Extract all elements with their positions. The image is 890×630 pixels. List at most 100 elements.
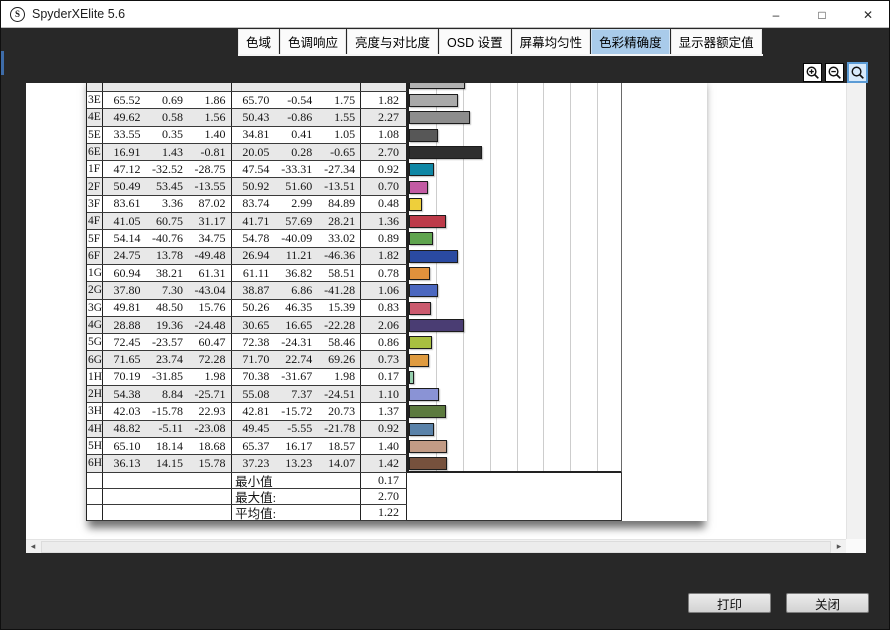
target-value: -40.76 <box>152 231 184 246</box>
table-row[interactable]: 6F 24.75 13.78 -49.48 26.94 11.21 -46.36 1.82 <box>87 247 407 265</box>
print-button[interactable]: 打印 <box>688 593 771 613</box>
summary-blank-cell <box>103 504 233 520</box>
target-value: -28.75 <box>194 161 226 176</box>
table-row[interactable]: 2G 37.80 7.30 -43.04 38.87 6.86 -41.28 1.06 <box>87 282 407 300</box>
table-row-partial <box>87 83 407 92</box>
patch-id-cell: 6E <box>87 143 103 161</box>
table-row[interactable]: 3F 83.61 3.36 87.02 83.74 2.99 84.89 0.48 <box>87 195 407 214</box>
target-value: 49.62 <box>113 109 141 124</box>
table-row[interactable]: 1H 70.19 -31.85 1.98 70.38 -31.67 1.98 0.17 <box>87 368 407 387</box>
measured-lab-cell: 49.45 -5.55 -21.78 <box>232 420 362 437</box>
measured-lab-cell: 83.74 2.99 84.89 <box>232 195 362 213</box>
zoom-out-button[interactable] <box>825 63 844 82</box>
summary-id-cell <box>87 472 103 488</box>
measured-value: -0.86 <box>287 109 313 124</box>
delta-e-cell: 1.42 <box>361 455 407 472</box>
tab-5[interactable]: 屏幕均匀性 <box>511 29 591 54</box>
table-row[interactable]: 2H 54.38 8.84 -25.71 55.08 7.37 -24.51 1.10 <box>87 386 407 404</box>
table-row[interactable]: 2F 50.49 53.45 -13.55 50.92 51.60 -13.51 0.70 <box>87 178 407 196</box>
table-row[interactable]: 1F 47.12 -32.52 -28.75 47.54 -33.31 -27.34 0.92 <box>87 161 407 179</box>
measured-value: 65.37 <box>242 438 270 453</box>
target-value: 1.86 <box>204 92 226 107</box>
table-row[interactable]: 4F 41.05 60.75 31.17 41.71 57.69 28.21 1.36 <box>87 213 407 231</box>
target-value: 3.36 <box>162 196 184 211</box>
patch-id-cell: 4E <box>87 109 103 126</box>
report-viewport[interactable]: 3E 65.52 0.69 1.86 65.70 -0.54 1.75 1.82 4E 49.62… <box>26 83 846 539</box>
magnifier-icon <box>850 65 865 80</box>
tab-7[interactable]: 显示器额定值 <box>670 29 762 54</box>
delta-e-cell: 2.27 <box>361 109 407 126</box>
maximize-button[interactable]: □ <box>811 4 833 26</box>
measured-value: -31.67 <box>281 369 313 384</box>
target-value: 54.38 <box>113 386 141 401</box>
table-row[interactable]: 4E 49.62 0.58 1.56 50.43 -0.86 1.55 2.27 <box>87 109 407 127</box>
table-row[interactable]: 4H 48.82 -5.11 -23.08 49.45 -5.55 -21.78 0.92 <box>87 420 407 438</box>
delta-e-bar <box>409 388 439 402</box>
vertical-scrollbar[interactable] <box>846 83 866 539</box>
close-button[interactable]: ✕ <box>857 4 879 26</box>
tab-2[interactable]: 色调响应 <box>280 29 347 54</box>
scroll-right-icon[interactable]: ▸ <box>832 541 846 552</box>
table-row[interactable]: 1G 60.94 38.21 61.31 61.11 36.82 58.51 0.78 <box>87 264 407 283</box>
measured-value: 20.73 <box>328 403 356 418</box>
delta-e-cell: 1.37 <box>361 403 407 420</box>
table-row[interactable]: 6G 71.65 23.74 72.28 71.70 22.74 69.26 0.73 <box>87 351 407 369</box>
background-artifact <box>1 51 4 75</box>
target-value: -24.48 <box>194 317 226 332</box>
tab-3[interactable]: 亮度与对比度 <box>347 29 439 54</box>
measured-lab-cell: 50.26 46.35 15.39 <box>232 299 362 316</box>
table-row[interactable]: 3E 65.52 0.69 1.86 65.70 -0.54 1.75 1.82 <box>87 92 407 110</box>
measured-value: 50.43 <box>242 109 270 124</box>
table-row[interactable]: 3H 42.03 -15.78 22.93 42.81 -15.72 20.73 1.37 <box>87 403 407 421</box>
table-row[interactable]: 5H 65.10 18.14 18.68 65.37 16.17 18.57 1.40 <box>87 437 407 456</box>
target-value: 42.03 <box>113 403 141 418</box>
delta-e-bar <box>409 422 434 436</box>
minimize-button[interactable]: – <box>765 4 787 26</box>
target-value: 54.14 <box>113 231 141 246</box>
summary-value: 1.22 <box>361 504 407 520</box>
table-row[interactable]: 5E 33.55 0.35 1.40 34.81 0.41 1.05 1.08 <box>87 126 407 144</box>
measured-value: 51.60 <box>285 179 313 194</box>
tab-label: 屏幕均匀性 <box>519 36 583 50</box>
measured-value: 1.55 <box>334 109 356 124</box>
measured-value: 47.54 <box>242 161 270 176</box>
target-value: 37.80 <box>113 282 141 297</box>
app-window: S SpyderXElite 5.6 – □ ✕ 色域 色调响应 亮度与对比度 OSD 设… <box>0 0 890 630</box>
measured-value: 54.78 <box>242 231 270 246</box>
delta-e-cell: 1.10 <box>361 386 407 403</box>
zoom-in-button[interactable] <box>803 63 822 82</box>
patch-id-cell: 2F <box>87 178 103 195</box>
close-button[interactable]: 关闭 <box>786 593 869 613</box>
delta-e-bar <box>409 457 448 471</box>
table-row[interactable]: 3G 49.81 48.50 15.76 50.26 46.35 15.39 0.83 <box>87 299 407 317</box>
measured-value: -24.31 <box>281 334 313 349</box>
target-lab-cell: 54.14 -40.76 34.75 <box>103 230 232 247</box>
measured-value: 41.71 <box>242 213 270 228</box>
measured-lab-cell: 30.65 16.65 -22.28 <box>232 316 362 334</box>
scroll-left-icon[interactable]: ◂ <box>26 541 40 552</box>
maximize-icon: □ <box>818 7 826 22</box>
measured-value: 1.98 <box>334 369 356 384</box>
measured-value: 49.45 <box>242 421 270 436</box>
horizontal-scrollbar[interactable]: ◂ ▸ <box>26 539 846 553</box>
target-value: -31.85 <box>152 369 184 384</box>
table-row[interactable]: 5F 54.14 -40.76 34.75 54.78 -40.09 33.02 0.89 <box>87 230 407 248</box>
target-value: 15.76 <box>198 300 226 315</box>
delta-e-bar <box>409 232 433 246</box>
measured-value: 1.05 <box>334 127 356 142</box>
measured-lab-cell: 42.81 -15.72 20.73 <box>232 403 362 420</box>
target-value: 71.65 <box>113 352 141 367</box>
tab-4[interactable]: OSD 设置 <box>439 29 511 54</box>
target-value: -23.08 <box>194 421 226 436</box>
tab-1[interactable]: 色域 <box>238 29 280 54</box>
summary-label: 最大值: <box>232 488 362 505</box>
table-row[interactable]: 4G 28.88 19.36 -24.48 30.65 16.65 -22.28 2.06 <box>87 316 407 335</box>
table-row[interactable]: 5G 72.45 -23.57 60.47 72.38 -24.31 58.46 0.86 <box>87 334 407 352</box>
table-row[interactable]: 6E 16.91 1.43 -0.81 20.05 0.28 -0.65 2.70 <box>87 143 407 162</box>
tab-label: OSD 设置 <box>447 36 503 50</box>
horizontal-scroll-thumb[interactable] <box>41 540 831 553</box>
target-value: 33.55 <box>113 127 141 142</box>
magnifier-button[interactable] <box>847 62 868 83</box>
tab-6[interactable]: 色彩精确度 <box>591 29 670 54</box>
summary-blank-cell <box>103 488 233 504</box>
